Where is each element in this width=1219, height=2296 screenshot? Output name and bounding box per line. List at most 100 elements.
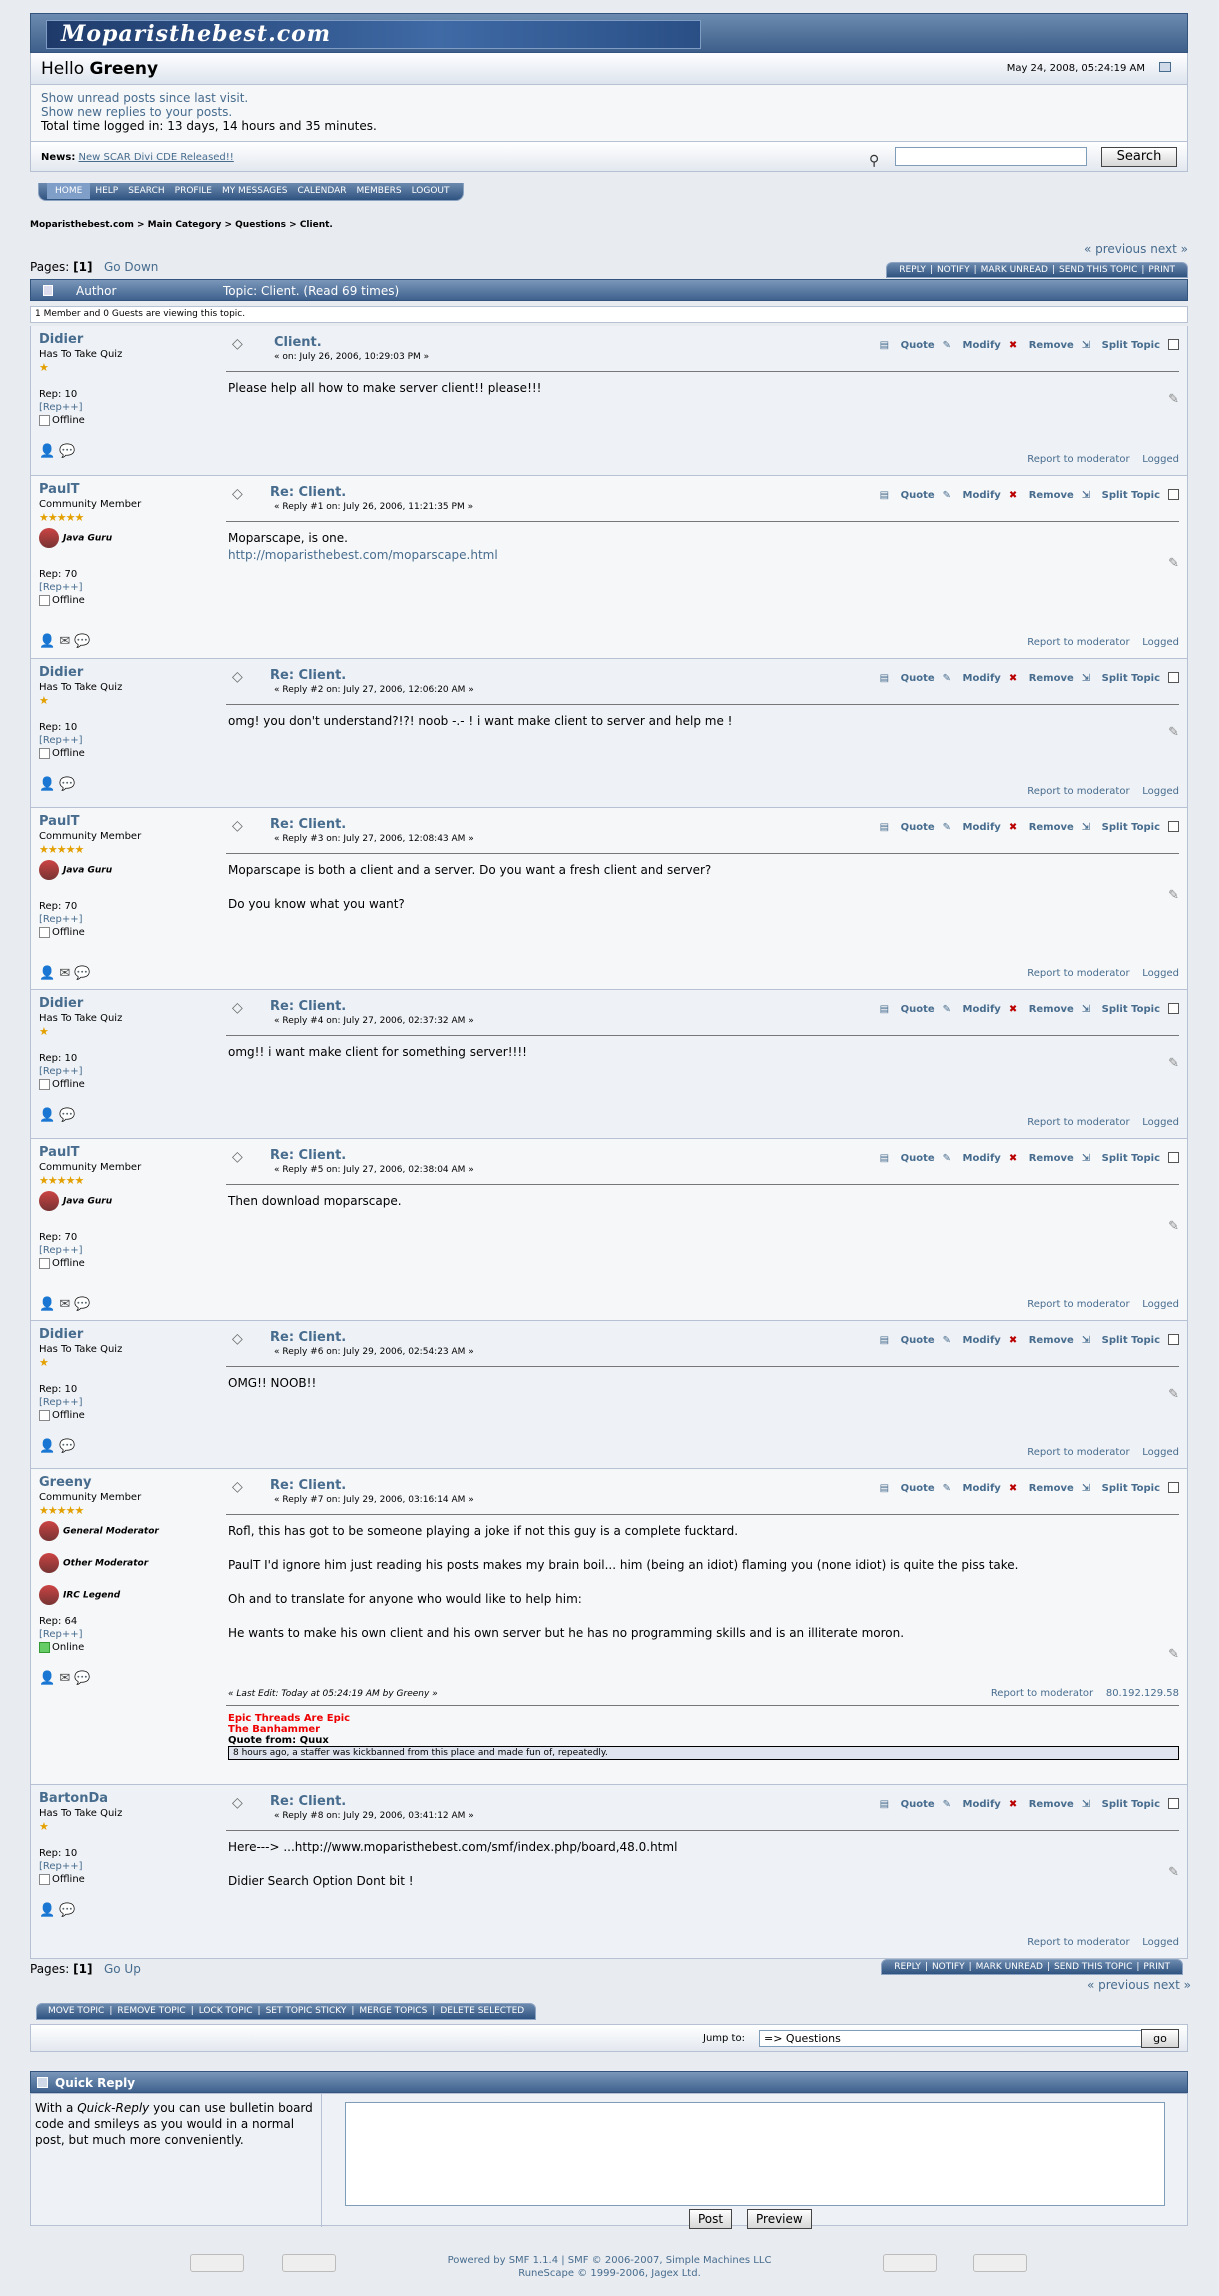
mark-unread-button[interactable]: MARK UNREAD bbox=[977, 265, 1052, 275]
report-link[interactable]: Report to moderator bbox=[1027, 637, 1129, 648]
profile-icon[interactable]: 👤 bbox=[39, 1108, 55, 1123]
post-title[interactable]: Re: Client. bbox=[270, 485, 346, 500]
modify-button[interactable]: ✎ Modify bbox=[943, 1153, 1001, 1164]
send-topic-button[interactable]: SEND THIS TOPIC bbox=[1055, 265, 1141, 275]
insert-quote-icon[interactable]: ✎ bbox=[1168, 392, 1179, 407]
modify-button[interactable]: ✎ Modify bbox=[943, 673, 1001, 684]
profile-icon[interactable]: 👤 bbox=[39, 1439, 55, 1454]
collapse-icon[interactable] bbox=[1159, 62, 1171, 72]
post-title[interactable]: Re: Client. bbox=[270, 1478, 346, 1493]
quote-button[interactable]: ▤ Quote bbox=[880, 1799, 935, 1810]
post-link[interactable]: http://moparisthebest.com/moparscape.htm… bbox=[228, 547, 1179, 564]
remove-button[interactable]: ✖ Remove bbox=[1009, 1004, 1074, 1015]
reply-button[interactable]: REPLY bbox=[890, 1962, 925, 1972]
merge-topics-button[interactable]: MERGE TOPICS bbox=[354, 2006, 432, 2016]
menu-logout[interactable]: LOGOUT bbox=[407, 183, 455, 199]
select-checkbox[interactable] bbox=[1168, 339, 1179, 350]
split-topic-button[interactable]: ⇲ Split Topic bbox=[1082, 490, 1160, 501]
quote-button[interactable]: ▤ Quote bbox=[880, 1004, 935, 1015]
search-input[interactable] bbox=[895, 147, 1087, 166]
rep-plus-link[interactable]: [Rep++] bbox=[39, 1860, 85, 1873]
quote-button[interactable]: ▤ Quote bbox=[880, 1335, 935, 1346]
remove-topic-button[interactable]: REMOVE TOPIC bbox=[112, 2006, 190, 2016]
send-topic-button[interactable]: SEND THIS TOPIC bbox=[1050, 1962, 1136, 1972]
rep-plus-link[interactable]: [Rep++] bbox=[39, 1628, 84, 1641]
lock-topic-button[interactable]: LOCK TOPIC bbox=[194, 2006, 258, 2016]
menu-messages[interactable]: MY MESSAGES bbox=[217, 183, 293, 199]
email-icon[interactable]: ✉ bbox=[59, 966, 70, 981]
select-checkbox[interactable] bbox=[1168, 1798, 1179, 1809]
insert-quote-icon[interactable]: ✎ bbox=[1168, 888, 1179, 903]
new-replies-link[interactable]: Show new replies to your posts. bbox=[41, 105, 1177, 119]
poster-name[interactable]: Didier bbox=[39, 1327, 83, 1342]
poster-name[interactable]: PaulT bbox=[39, 814, 80, 829]
insert-quote-icon[interactable]: ✎ bbox=[1168, 1387, 1179, 1402]
site-logo[interactable]: Moparisthebest.com bbox=[46, 20, 701, 49]
select-checkbox[interactable] bbox=[1168, 1334, 1179, 1345]
profile-icon[interactable]: 👤 bbox=[39, 777, 55, 792]
poster-name[interactable]: Didier bbox=[39, 332, 83, 347]
remove-button[interactable]: ✖ Remove bbox=[1009, 1153, 1074, 1164]
go-down-link[interactable]: Go Down bbox=[104, 260, 158, 274]
pm-icon[interactable]: 💬 bbox=[59, 444, 75, 459]
mark-unread-button[interactable]: MARK UNREAD bbox=[972, 1962, 1047, 1972]
split-topic-button[interactable]: ⇲ Split Topic bbox=[1082, 340, 1160, 351]
previous-link[interactable]: « previous bbox=[1084, 242, 1146, 256]
split-topic-button[interactable]: ⇲ Split Topic bbox=[1082, 1799, 1160, 1810]
insert-quote-icon[interactable]: ✎ bbox=[1168, 1056, 1179, 1071]
split-topic-button[interactable]: ⇲ Split Topic bbox=[1082, 822, 1160, 833]
insert-quote-icon[interactable]: ✎ bbox=[1168, 1865, 1179, 1880]
modify-button[interactable]: ✎ Modify bbox=[943, 1799, 1001, 1810]
notify-button[interactable]: NOTIFY bbox=[933, 265, 974, 275]
breadcrumb[interactable]: Moparisthebest.com > Main Category > Que… bbox=[30, 220, 333, 230]
remove-button[interactable]: ✖ Remove bbox=[1009, 490, 1074, 501]
poster-name[interactable]: PaulT bbox=[39, 1145, 80, 1160]
unread-posts-link[interactable]: Show unread posts since last visit. bbox=[41, 91, 1177, 105]
poster-name[interactable]: PaulT bbox=[39, 482, 80, 497]
pm-icon[interactable]: 💬 bbox=[59, 1439, 75, 1454]
next-link[interactable]: next » bbox=[1150, 242, 1188, 256]
remove-button[interactable]: ✖ Remove bbox=[1009, 822, 1074, 833]
split-topic-button[interactable]: ⇲ Split Topic bbox=[1082, 1335, 1160, 1346]
report-link[interactable]: Report to moderator bbox=[1027, 1117, 1129, 1128]
pm-icon[interactable]: 💬 bbox=[74, 966, 90, 981]
profile-icon[interactable]: 👤 bbox=[39, 634, 55, 649]
modify-button[interactable]: ✎ Modify bbox=[943, 340, 1001, 351]
remove-button[interactable]: ✖ Remove bbox=[1009, 1799, 1074, 1810]
print-button[interactable]: PRINT bbox=[1139, 1962, 1174, 1972]
poster-name[interactable]: Didier bbox=[39, 665, 83, 680]
select-checkbox[interactable] bbox=[1168, 1003, 1179, 1014]
post-title[interactable]: Re: Client. bbox=[270, 817, 346, 832]
collapse-icon[interactable] bbox=[37, 2077, 48, 2088]
select-checkbox[interactable] bbox=[1168, 1482, 1179, 1493]
insert-quote-icon[interactable]: ✎ bbox=[1168, 1647, 1179, 1662]
poster-name[interactable]: Didier bbox=[39, 996, 83, 1011]
rep-plus-link[interactable]: [Rep++] bbox=[39, 581, 85, 594]
modify-button[interactable]: ✎ Modify bbox=[943, 490, 1001, 501]
rep-plus-link[interactable]: [Rep++] bbox=[39, 734, 85, 747]
report-link[interactable]: Report to moderator bbox=[991, 1688, 1093, 1699]
reply-button[interactable]: REPLY bbox=[895, 265, 930, 275]
remove-button[interactable]: ✖ Remove bbox=[1009, 340, 1074, 351]
post-button[interactable]: Post bbox=[689, 2209, 733, 2229]
quote-button[interactable]: ▤ Quote bbox=[880, 1483, 935, 1494]
modify-button[interactable]: ✎ Modify bbox=[943, 822, 1001, 833]
select-checkbox[interactable] bbox=[1168, 489, 1179, 500]
quote-button[interactable]: ▤ Quote bbox=[880, 673, 935, 684]
post-title[interactable]: Client. bbox=[274, 335, 322, 350]
rep-plus-link[interactable]: [Rep++] bbox=[39, 913, 85, 926]
pm-icon[interactable]: 💬 bbox=[59, 1903, 75, 1918]
profile-icon[interactable]: 👤 bbox=[39, 1297, 55, 1312]
email-icon[interactable]: ✉ bbox=[59, 634, 70, 649]
email-icon[interactable]: ✉ bbox=[59, 1297, 70, 1312]
modify-button[interactable]: ✎ Modify bbox=[943, 1483, 1001, 1494]
modify-button[interactable]: ✎ Modify bbox=[943, 1004, 1001, 1015]
menu-members[interactable]: MEMBERS bbox=[352, 183, 407, 199]
select-checkbox[interactable] bbox=[1168, 672, 1179, 683]
poster-name[interactable]: Greeny bbox=[39, 1475, 91, 1490]
rep-plus-link[interactable]: [Rep++] bbox=[39, 1065, 85, 1078]
menu-home[interactable]: HOME bbox=[47, 183, 91, 199]
remove-button[interactable]: ✖ Remove bbox=[1009, 1335, 1074, 1346]
quote-button[interactable]: ▤ Quote bbox=[880, 340, 935, 351]
menu-help[interactable]: HELP bbox=[90, 183, 123, 199]
